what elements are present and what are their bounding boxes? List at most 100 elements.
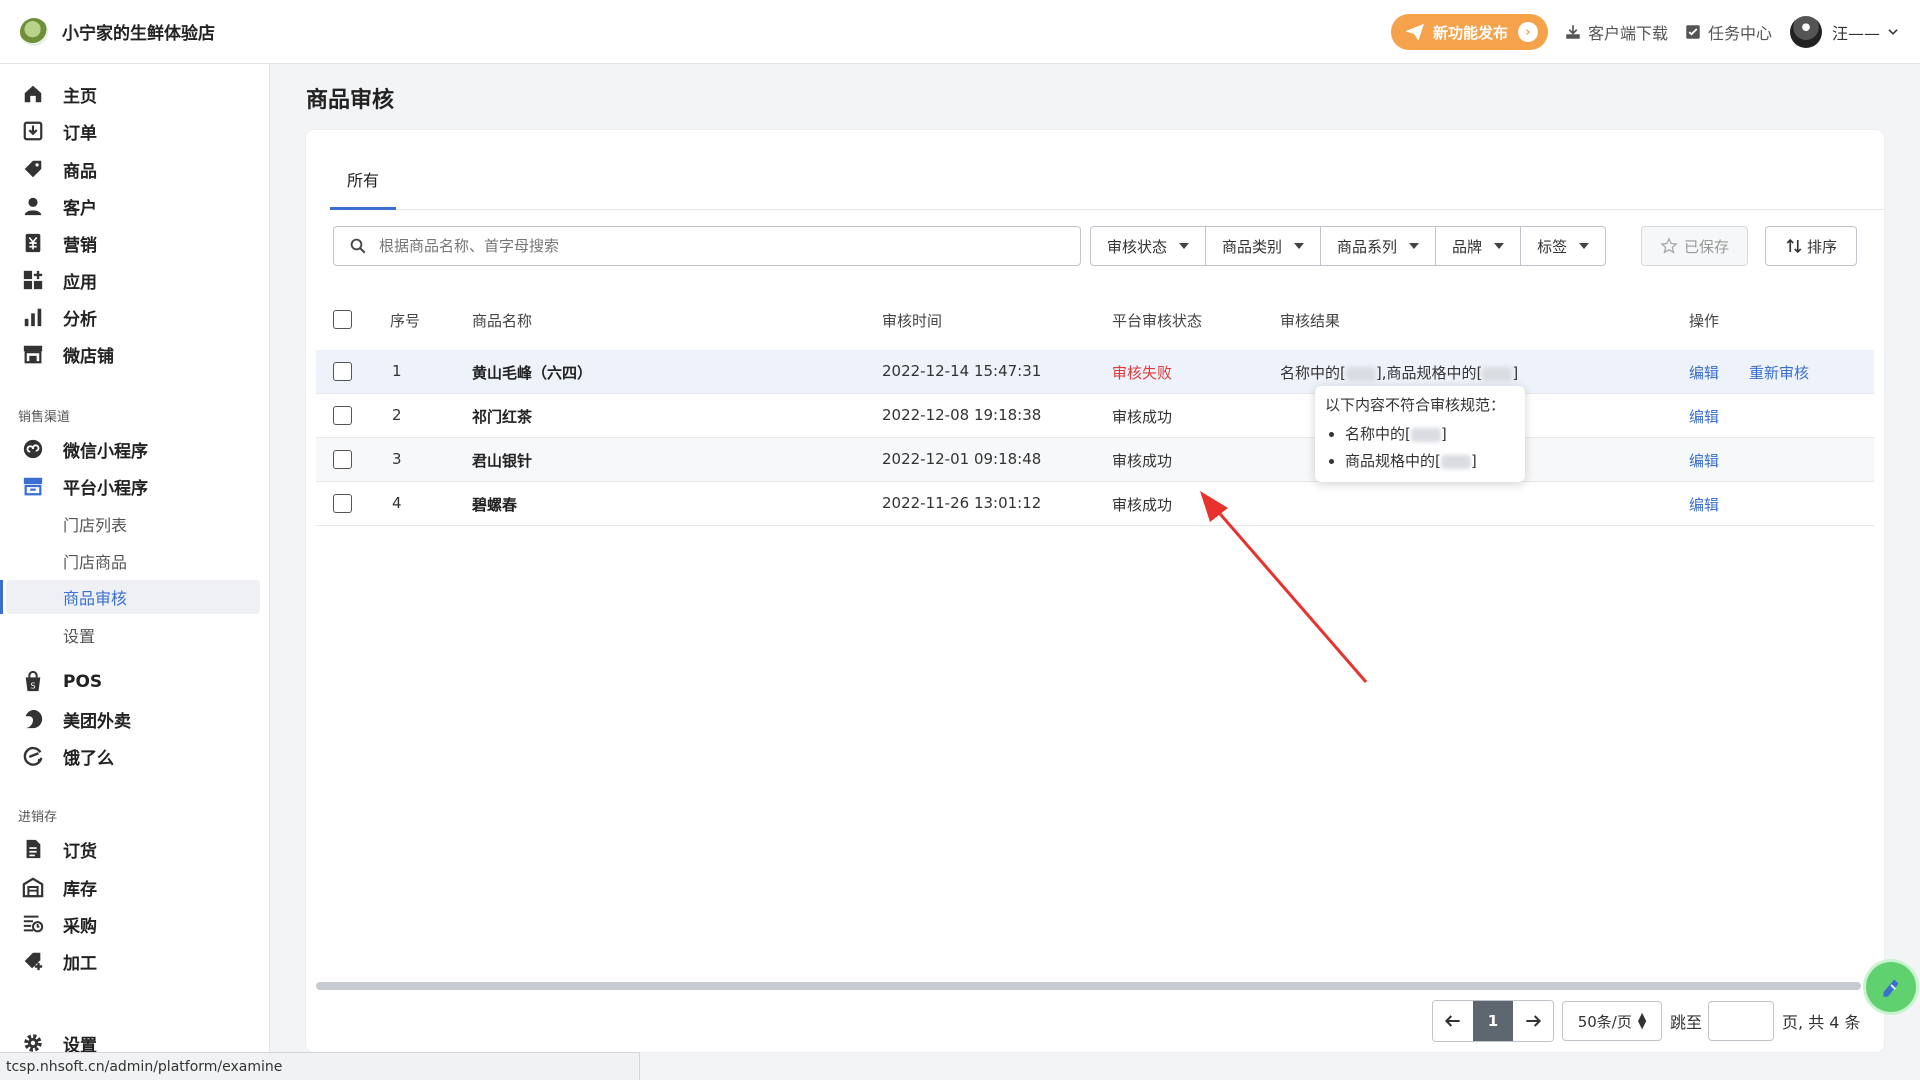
sidebar-item-customers[interactable]: 客户 (0, 189, 270, 223)
jump-label: 跳至 (1670, 1013, 1703, 1032)
row-review-time: 2022-12-01 09:18:48 (882, 450, 1042, 468)
result-text: ],商品规格中的[ (1375, 364, 1483, 382)
pos-icon: S (25, 671, 41, 692)
saved-button[interactable]: 已保存 (1641, 226, 1748, 266)
search-icon (350, 238, 366, 254)
task-center-link[interactable]: 任务中心 (1684, 20, 1772, 44)
row-review-result[interactable]: 名称中的[],商品规格中的[] (1280, 362, 1518, 383)
search-input[interactable] (379, 237, 1059, 255)
sidebar-sub-store-products[interactable]: 门店商品 (0, 544, 270, 578)
new-feature-button[interactable]: 新功能发布 › (1390, 14, 1548, 50)
sidebar-item-orders[interactable]: 订单 (0, 114, 270, 148)
sidebar-label: 设置 (63, 627, 96, 646)
sidebar-item-analytics[interactable]: 分析 (0, 300, 270, 334)
edit-link[interactable]: 编辑 (1689, 406, 1719, 427)
sidebar-label: 订货 (63, 841, 97, 862)
row-checkbox[interactable] (333, 450, 352, 469)
edit-link[interactable]: 编辑 (1689, 450, 1719, 471)
sidebar-label: 采购 (63, 916, 97, 937)
sidebar-label: 门店商品 (63, 553, 128, 572)
filter-category[interactable]: 商品类别 (1206, 227, 1322, 265)
sidebar-label: 美团外卖 (63, 711, 131, 732)
reaudit-link[interactable]: 重新审核 (1749, 362, 1809, 383)
prev-page-button[interactable] (1433, 1001, 1473, 1041)
floating-assistant-button[interactable] (1866, 962, 1916, 1012)
new-feature-label: 新功能发布 (1432, 23, 1508, 42)
row-number: 4 (392, 494, 402, 512)
user-menu[interactable]: 汪—— (1789, 16, 1900, 48)
sidebar-item-micro-store[interactable]: 微店铺 (0, 337, 270, 371)
eleme-icon (23, 746, 43, 766)
paper-plane-icon (1405, 23, 1424, 41)
row-status-failed: 审核失败 (1112, 364, 1173, 382)
caret-down-icon (1179, 243, 1190, 249)
sidebar-item-marketing[interactable]: 营销 (0, 226, 270, 260)
sidebar-item-meituan[interactable]: 美团外卖 (0, 702, 270, 736)
filter-review-status[interactable]: 审核状态 (1091, 227, 1207, 265)
sidebar-sub-store-list[interactable]: 门店列表 (0, 507, 270, 541)
filter-brand[interactable]: 品牌 (1436, 227, 1522, 265)
sidebar-label: 应用 (63, 272, 97, 293)
arrow-left-icon (1444, 1015, 1460, 1027)
task-check-icon (1686, 25, 1700, 39)
filter-label: 商品系列 (1337, 237, 1398, 256)
chevron-right-icon: › (1517, 22, 1538, 42)
tooltip-title: 以下内容不符合审核规范： (1325, 396, 1506, 414)
pagination: 1 50条/页 ▲ ▼ 跳至 页, 共 4 条 (1432, 1000, 1861, 1042)
client-download-link[interactable]: 客户端下载 (1564, 20, 1668, 44)
sidebar-label: 加工 (63, 953, 97, 974)
sidebar-label: 微店铺 (63, 346, 114, 367)
redacted-text (1410, 427, 1441, 442)
edit-link[interactable]: 编辑 (1689, 362, 1719, 383)
annotation-arrow (1200, 491, 1368, 683)
sidebar-item-eleme[interactable]: 饿了么 (0, 739, 270, 773)
sidebar-item-wechat-mini[interactable]: 微信小程序 (0, 432, 270, 466)
sidebar-label: 平台小程序 (63, 478, 148, 499)
brand[interactable]: 小宁家的生鲜体验店 (20, 17, 215, 46)
header-product-name: 商品名称 (472, 312, 533, 330)
sidebar-item-apps[interactable]: 应用 (0, 263, 270, 297)
sidebar-label: 微信小程序 (63, 441, 148, 462)
order-icon (23, 121, 43, 141)
redacted-text (1482, 366, 1513, 381)
sidebar-item-purchase[interactable]: 采购 (0, 907, 270, 941)
sidebar-label: 客户 (63, 198, 97, 219)
page-title: 商品审核 (306, 88, 395, 113)
current-page[interactable]: 1 (1473, 1001, 1513, 1041)
table-row: 3 君山银针 2022-12-01 09:18:48 审核成功 编辑 (316, 438, 1874, 482)
table-header: 序号 商品名称 审核时间 平台审核状态 审核结果 操作 (316, 298, 1874, 342)
filter-tag[interactable]: 标签 (1521, 227, 1605, 265)
sort-button[interactable]: 排序 (1765, 226, 1857, 266)
next-page-button[interactable] (1513, 1001, 1553, 1041)
row-checkbox[interactable] (333, 406, 352, 425)
store-name: 小宁家的生鲜体验店 (62, 24, 215, 44)
sidebar-item-stock[interactable]: 库存 (0, 870, 270, 904)
sidebar-item-products[interactable]: 商品 (0, 152, 270, 186)
row-checkbox[interactable] (333, 494, 352, 513)
filter-series[interactable]: 商品系列 (1321, 227, 1437, 265)
jump-page-input[interactable] (1708, 1001, 1775, 1041)
section-title-sales: 销售渠道 (18, 410, 71, 425)
sidebar-item-ordering[interactable]: 订货 (0, 832, 270, 866)
sidebar-label: 分析 (63, 309, 97, 330)
page-size-select[interactable]: 50条/页 ▲ ▼ (1562, 1001, 1662, 1041)
tab-bar: 所有 (330, 150, 1884, 210)
sidebar-sub-settings[interactable]: 设置 (0, 618, 270, 652)
sidebar-item-platform-mini[interactable]: 平台小程序 (0, 469, 270, 503)
tab-all[interactable]: 所有 (330, 150, 396, 210)
user-name: 汪—— (1831, 24, 1880, 43)
sort-label: 排序 (1806, 237, 1837, 256)
table-row: 1 黄山毛峰（六四） 2022-12-14 15:47:31 审核失败 名称中的… (316, 350, 1874, 394)
sidebar-item-processing[interactable]: 加工 (0, 944, 270, 978)
sidebar-item-home[interactable]: 主页 (0, 77, 270, 111)
edit-link[interactable]: 编辑 (1689, 494, 1719, 515)
caret-down-icon (1294, 243, 1305, 249)
sidebar-sub-product-review[interactable]: 商品审核 (0, 580, 260, 614)
horizontal-scrollbar[interactable] (316, 982, 1861, 990)
row-checkbox[interactable] (333, 362, 352, 381)
tooltip-list: 名称中的[] 商品规格中的[] (1325, 423, 1515, 471)
sidebar-item-pos[interactable]: S POS (0, 665, 270, 699)
select-all-checkbox[interactable] (333, 310, 352, 329)
download-icon (1566, 25, 1580, 39)
caret-down-icon (1409, 243, 1420, 249)
